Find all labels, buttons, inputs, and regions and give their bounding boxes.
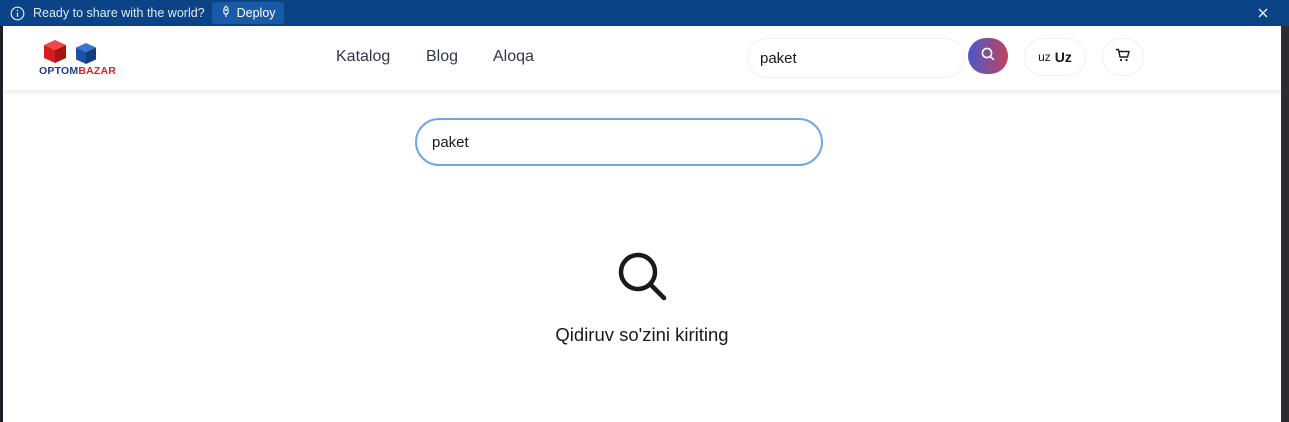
empty-state-message: Qidiruv so'zini kiriting xyxy=(555,324,729,345)
header-search-input[interactable] xyxy=(747,38,965,78)
deploy-banner: Ready to share with the world? Deploy xyxy=(0,0,1289,26)
logo-cubes-icon xyxy=(44,40,96,64)
search-icon xyxy=(980,46,996,67)
browser-frame: Ready to share with the world? Deploy OP… xyxy=(0,0,1289,422)
deploy-button[interactable]: Deploy xyxy=(211,2,284,24)
main-search-input[interactable] xyxy=(415,118,823,166)
search-button[interactable] xyxy=(968,38,1008,74)
large-search-icon xyxy=(614,248,670,304)
window-edge xyxy=(1281,26,1289,422)
page: OPTOMBAZAR Katalog Blog Aloqa uz Uz xyxy=(3,26,1281,422)
cart-button[interactable] xyxy=(1102,38,1144,76)
language-button[interactable]: uz Uz xyxy=(1024,38,1086,76)
rocket-icon xyxy=(220,5,232,21)
close-icon[interactable] xyxy=(1256,6,1270,20)
cart-icon xyxy=(1115,47,1131,68)
nav-aloqa[interactable]: Aloqa xyxy=(493,48,534,66)
logo[interactable]: OPTOMBAZAR xyxy=(39,38,123,78)
info-icon xyxy=(10,6,25,21)
banner-message: Ready to share with the world? xyxy=(33,6,205,20)
deploy-label: Deploy xyxy=(236,6,276,20)
nav-blog[interactable]: Blog xyxy=(426,48,458,66)
nav-katalog[interactable]: Katalog xyxy=(336,48,390,66)
language-code: uz xyxy=(1038,50,1051,64)
language-label: Uz xyxy=(1054,49,1072,65)
logo-text: OPTOMBAZAR xyxy=(39,65,117,77)
site-header: OPTOMBAZAR Katalog Blog Aloqa uz Uz xyxy=(3,26,1281,90)
